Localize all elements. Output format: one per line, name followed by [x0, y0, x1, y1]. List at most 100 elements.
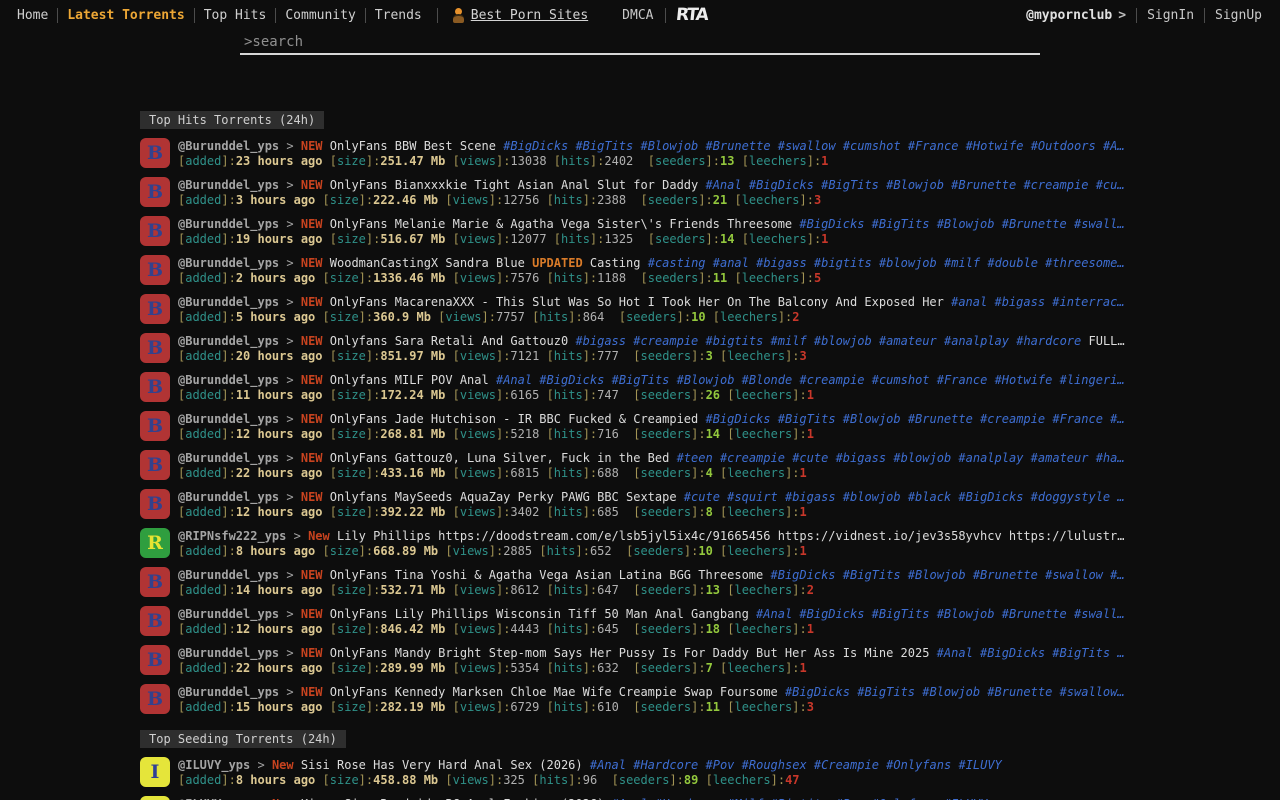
- tag-link[interactable]: #Brunette: [973, 568, 1038, 582]
- tag-link[interactable]: #…: [1110, 412, 1124, 426]
- tag-link[interactable]: #Anal: [937, 646, 973, 660]
- tag-link[interactable]: #blowjob: [893, 451, 951, 465]
- uploader-link[interactable]: @Burunddel_yps: [178, 568, 279, 582]
- tag-link[interactable]: #BigTits: [843, 568, 901, 582]
- tag-link[interactable]: #cute: [792, 451, 828, 465]
- tag-link[interactable]: #France: [937, 373, 988, 387]
- tag-link[interactable]: #BigDicks: [705, 412, 770, 426]
- nav-item-community[interactable]: Community: [276, 8, 364, 23]
- torrent-title-link[interactable]: Onlyfans Sara Retali And Gattouz0: [330, 334, 568, 348]
- tag-link[interactable]: …: [1117, 646, 1124, 660]
- uploader-link[interactable]: @Burunddel_yps: [178, 373, 279, 387]
- dmca-link[interactable]: DMCA: [622, 8, 665, 23]
- tag-link[interactable]: #threesome…: [1045, 256, 1124, 270]
- uploader-link[interactable]: @Burunddel_yps: [178, 139, 279, 153]
- tag-link[interactable]: #bigass: [994, 295, 1045, 309]
- uploader-avatar[interactable]: I: [140, 757, 170, 787]
- tag-link[interactable]: #France: [1052, 412, 1103, 426]
- nav-item-latest-torrents[interactable]: Latest Torrents: [58, 8, 193, 23]
- tag-link[interactable]: #BigTits: [857, 685, 915, 699]
- tag-link[interactable]: #creampie: [799, 373, 864, 387]
- tag-link[interactable]: #creampie: [720, 451, 785, 465]
- tag-link[interactable]: #casting: [648, 256, 706, 270]
- uploader-avatar[interactable]: B: [140, 333, 170, 363]
- tag-link[interactable]: #swall…: [1074, 217, 1125, 231]
- tag-link[interactable]: #Brunette: [987, 685, 1052, 699]
- tag-link[interactable]: #Brunette: [706, 139, 771, 153]
- tag-link[interactable]: #blowjob: [843, 490, 901, 504]
- tag-link[interactable]: #bigtits: [706, 334, 764, 348]
- torrent-title-link[interactable]: OnlyFans MacarenaXXX - This Slut Was So …: [330, 295, 944, 309]
- tag-link[interactable]: #A…: [1103, 139, 1125, 153]
- tag-link[interactable]: #BigDicks: [749, 178, 814, 192]
- uploader-link[interactable]: @Burunddel_yps: [178, 412, 279, 426]
- tag-link[interactable]: #Blonde: [742, 373, 793, 387]
- tag-link[interactable]: #Blowjob: [908, 568, 966, 582]
- uploader-avatar[interactable]: B: [140, 645, 170, 675]
- torrent-title-link[interactable]: Onlyfans MILF POV Anal: [330, 373, 489, 387]
- tag-link[interactable]: #amateur: [879, 334, 937, 348]
- tag-link[interactable]: #Brunette: [1002, 217, 1067, 231]
- uploader-avatar[interactable]: B: [140, 489, 170, 519]
- account-link[interactable]: @mypornclub: [1026, 8, 1118, 23]
- tag-link[interactable]: #BigTits: [575, 139, 633, 153]
- tag-link[interactable]: #creampie: [1023, 178, 1088, 192]
- tag-link[interactable]: #…: [1110, 568, 1124, 582]
- tag-link[interactable]: #Anal: [756, 607, 792, 621]
- torrent-title-link[interactable]: OnlyFans BBW Best Scene: [330, 139, 496, 153]
- torrent-title-link[interactable]: OnlyFans Tina Yoshi & Agatha Vega Asian …: [330, 568, 763, 582]
- tag-link[interactable]: #BigDicks: [503, 139, 568, 153]
- tag-link[interactable]: #milf: [944, 256, 980, 270]
- tag-link[interactable]: #BigDicks: [799, 607, 864, 621]
- signup-link[interactable]: SignUp: [1205, 8, 1272, 23]
- tag-link[interactable]: #Outdoors: [1031, 139, 1096, 153]
- uploader-link[interactable]: @Burunddel_yps: [178, 295, 279, 309]
- uploader-avatar[interactable]: B: [140, 294, 170, 324]
- nav-item-top-hits[interactable]: Top Hits: [195, 8, 276, 23]
- tag-link[interactable]: #Hotwife: [966, 139, 1024, 153]
- tag-link[interactable]: #hardcore: [1016, 334, 1081, 348]
- torrent-title-link[interactable]: WoodmanCastingX Sandra Blue: [330, 256, 525, 270]
- tag-link[interactable]: #BigDicks: [785, 685, 850, 699]
- tag-link[interactable]: #Blowjob: [886, 178, 944, 192]
- tag-link[interactable]: #France: [908, 139, 959, 153]
- tag-link[interactable]: #creampie: [980, 412, 1045, 426]
- uploader-link[interactable]: @Burunddel_yps: [178, 334, 279, 348]
- tag-link[interactable]: #Hardcore: [633, 758, 698, 772]
- uploader-link[interactable]: @Burunddel_yps: [178, 685, 279, 699]
- tag-link[interactable]: #teen: [677, 451, 713, 465]
- uploader-avatar[interactable]: B: [140, 372, 170, 402]
- tag-link[interactable]: #squirt: [727, 490, 778, 504]
- tag-link[interactable]: #blowjob: [814, 334, 872, 348]
- tag-link[interactable]: #cumshot: [872, 373, 930, 387]
- uploader-avatar[interactable]: B: [140, 411, 170, 441]
- uploader-avatar[interactable]: B: [140, 177, 170, 207]
- uploader-avatar[interactable]: R: [140, 528, 170, 558]
- tag-link[interactable]: #Brunette: [951, 178, 1016, 192]
- tag-link[interactable]: #swallow: [1045, 568, 1103, 582]
- uploader-avatar[interactable]: B: [140, 684, 170, 714]
- tag-link[interactable]: #Pov: [706, 758, 735, 772]
- tag-link[interactable]: #black: [908, 490, 951, 504]
- tag-link[interactable]: #ha…: [1096, 451, 1125, 465]
- tag-link[interactable]: #Brunette: [1002, 607, 1067, 621]
- uploader-avatar[interactable]: B: [140, 255, 170, 285]
- tag-link[interactable]: #blowjob: [879, 256, 937, 270]
- torrent-title-link[interactable]: Lily Phillips https://doodstream.com/e/l…: [337, 529, 1124, 543]
- tag-link[interactable]: #bigtits: [814, 256, 872, 270]
- torrent-title-link[interactable]: Sisi Rose Has Very Hard Anal Sex (2026): [301, 758, 583, 772]
- tag-link[interactable]: #Anal: [705, 178, 741, 192]
- tag-link[interactable]: #Brunette: [908, 412, 973, 426]
- uploader-link[interactable]: @Burunddel_yps: [178, 646, 279, 660]
- tag-link[interactable]: #amateur: [1031, 451, 1089, 465]
- uploader-link[interactable]: @Burunddel_yps: [178, 451, 279, 465]
- tag-link[interactable]: #BigDicks: [958, 490, 1023, 504]
- tag-link[interactable]: #cumshot: [843, 139, 901, 153]
- tag-link[interactable]: #analplay: [944, 334, 1009, 348]
- tag-link[interactable]: #double: [987, 256, 1038, 270]
- tag-link[interactable]: #bigass: [575, 334, 626, 348]
- uploader-link[interactable]: @Burunddel_yps: [178, 217, 279, 231]
- tag-link[interactable]: #Anal: [590, 758, 626, 772]
- tag-link[interactable]: #cu…: [1096, 178, 1125, 192]
- tag-link[interactable]: …: [1117, 490, 1124, 504]
